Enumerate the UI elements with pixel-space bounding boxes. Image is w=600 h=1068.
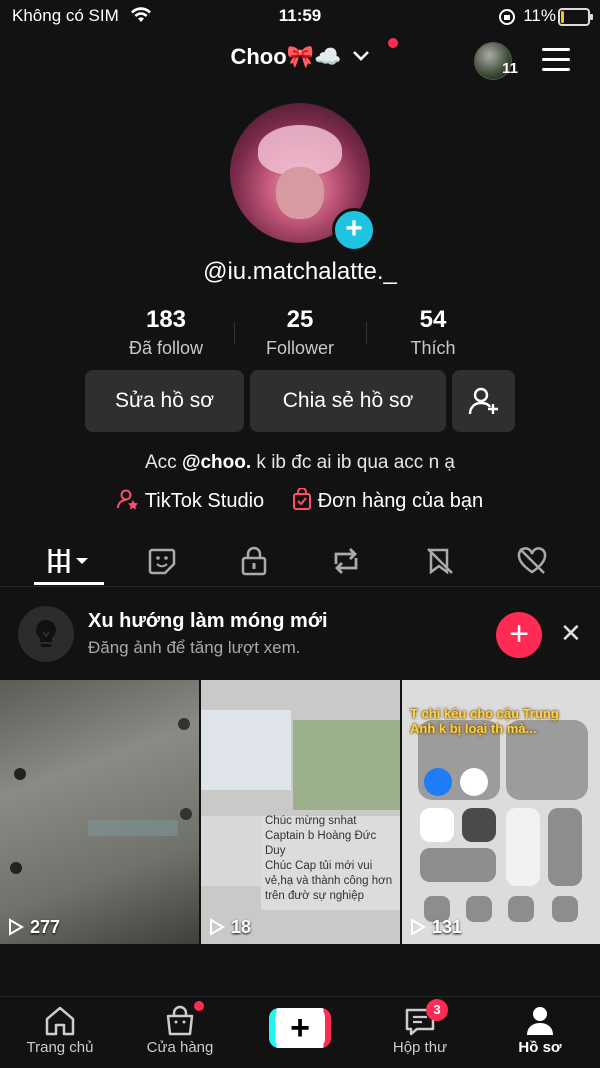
stat-value: 183 bbox=[145, 306, 187, 333]
play-icon bbox=[411, 918, 426, 936]
stat-label: Đã follow bbox=[128, 338, 204, 358]
view-count: 18 bbox=[209, 917, 251, 938]
repost-icon bbox=[334, 548, 358, 574]
notification-dot bbox=[388, 38, 398, 48]
tab-private[interactable] bbox=[219, 540, 289, 580]
tab-sticker[interactable] bbox=[127, 540, 197, 580]
friends-count: 11 bbox=[502, 60, 518, 77]
shop-notification-dot bbox=[194, 1001, 204, 1011]
tab-liked[interactable] bbox=[497, 540, 567, 580]
heart-hidden-icon bbox=[517, 547, 547, 574]
play-icon bbox=[9, 918, 24, 936]
orders-label: Đơn hàng của bạn bbox=[317, 490, 484, 512]
video-thumbnail[interactable]: Chúc mừng snhat Captain b Hoàng Đức Duy … bbox=[201, 680, 400, 944]
nav-profile[interactable]: Hồ sơ bbox=[480, 1005, 600, 1056]
chevron-down-icon bbox=[352, 51, 369, 61]
grid-icon bbox=[48, 549, 88, 573]
stat-value: 54 bbox=[419, 306, 447, 333]
add-user-icon bbox=[468, 387, 498, 415]
banner-subtitle: Đăng ảnh để tăng lượt xem. bbox=[88, 638, 301, 657]
inbox-badge: 3 bbox=[426, 999, 448, 1021]
video-thumbnail[interactable]: T chỉ kêu cho cậu Trung Anh k bị loại th… bbox=[402, 680, 600, 944]
create-button[interactable]: + bbox=[269, 1008, 331, 1048]
view-count-value: 131 bbox=[432, 917, 463, 937]
banner-create-button[interactable]: + bbox=[496, 612, 542, 658]
bio-text: k ib đc ai ib qua acc n ạ bbox=[251, 452, 455, 473]
nav-label: Cửa hàng bbox=[146, 1039, 214, 1056]
stat-likes[interactable]: 54 Thích bbox=[363, 306, 503, 359]
add-story-icon[interactable]: + bbox=[332, 208, 376, 252]
lock-icon bbox=[241, 546, 267, 576]
nav-shop[interactable]: Cửa hàng bbox=[120, 1005, 240, 1056]
share-profile-button[interactable]: Chia sẻ hồ sơ bbox=[250, 370, 446, 432]
stat-label: Thích bbox=[410, 338, 456, 358]
nav-label: Hộp thư bbox=[392, 1039, 448, 1056]
tab-videos[interactable] bbox=[34, 540, 104, 580]
view-count: 131 bbox=[410, 917, 462, 938]
stat-label: Follower bbox=[265, 338, 335, 358]
battery-icon bbox=[558, 8, 593, 26]
nav-home[interactable]: Trang chủ bbox=[0, 1005, 120, 1056]
view-count-value: 277 bbox=[30, 917, 61, 937]
stat-value: 25 bbox=[286, 306, 314, 333]
home-icon bbox=[45, 1006, 75, 1036]
shopping-bag-icon bbox=[292, 487, 311, 510]
tab-reposts[interactable] bbox=[311, 540, 381, 580]
plus-icon: + bbox=[275, 1008, 325, 1048]
profile-handle: @iu.matchalatte._ bbox=[203, 258, 397, 285]
account-name: Choo🎀☁️ bbox=[230, 44, 342, 69]
thumbnail-text-line: Chúc Cap tủi mới vui vẻ,hạ và thành công… bbox=[265, 860, 393, 902]
orientation-lock-icon bbox=[499, 9, 515, 25]
view-count: 277 bbox=[8, 917, 60, 938]
close-icon[interactable]: ✕ bbox=[560, 618, 582, 649]
bookmark-hidden-icon bbox=[427, 548, 453, 575]
profile-links: TikTok Studio Đơn hàng của bạn bbox=[0, 487, 600, 513]
video-caption: T chỉ kêu cho cậu Trung Anh k bị loại th… bbox=[410, 706, 559, 736]
orders-link[interactable]: Đơn hàng của bạn bbox=[292, 487, 484, 512]
edit-profile-button[interactable]: Sửa hồ sơ bbox=[85, 370, 244, 432]
thumbnail-text-line: Chúc mừng snhat Captain b Hoàng Đức Duy bbox=[265, 815, 377, 857]
video-thumbnail[interactable]: 277 bbox=[0, 680, 199, 944]
nav-label: Hồ sơ bbox=[518, 1039, 562, 1056]
stat-followers[interactable]: 25 Follower bbox=[230, 306, 370, 359]
menu-icon[interactable] bbox=[542, 48, 570, 72]
play-icon bbox=[210, 918, 225, 936]
nav-inbox[interactable]: Hộp thư bbox=[360, 1005, 480, 1056]
bio-mention[interactable]: @choo. bbox=[182, 452, 251, 473]
battery-percent: 11% bbox=[523, 6, 556, 25]
view-count-value: 18 bbox=[231, 917, 252, 937]
lightbulb-icon bbox=[18, 606, 74, 662]
nav-label: Trang chủ bbox=[26, 1039, 94, 1056]
tiktok-studio-link[interactable]: TikTok Studio bbox=[116, 489, 270, 512]
bio-text: Acc bbox=[145, 452, 182, 473]
banner-title: Xu hướng làm móng mới bbox=[88, 610, 328, 632]
add-friend-button[interactable] bbox=[452, 370, 515, 432]
profile-icon bbox=[527, 1007, 553, 1035]
content-tabs bbox=[0, 534, 600, 587]
studio-user-icon bbox=[116, 489, 138, 510]
status-bar: Không có SIM 11:59 11% bbox=[0, 0, 600, 34]
studio-label: TikTok Studio bbox=[144, 490, 265, 512]
stat-following[interactable]: 183 Đã follow bbox=[96, 306, 236, 359]
thumbnail-text: Chúc mừng snhat Captain b Hoàng Đức Duy … bbox=[265, 814, 399, 904]
active-tab-indicator bbox=[34, 582, 104, 585]
profile-bio: Acc @choo. k ib đc ai ib qua acc n ạ bbox=[0, 452, 600, 474]
sticker-icon bbox=[148, 548, 176, 575]
shop-bag-icon bbox=[166, 1005, 194, 1036]
tab-favorites[interactable] bbox=[405, 540, 475, 580]
